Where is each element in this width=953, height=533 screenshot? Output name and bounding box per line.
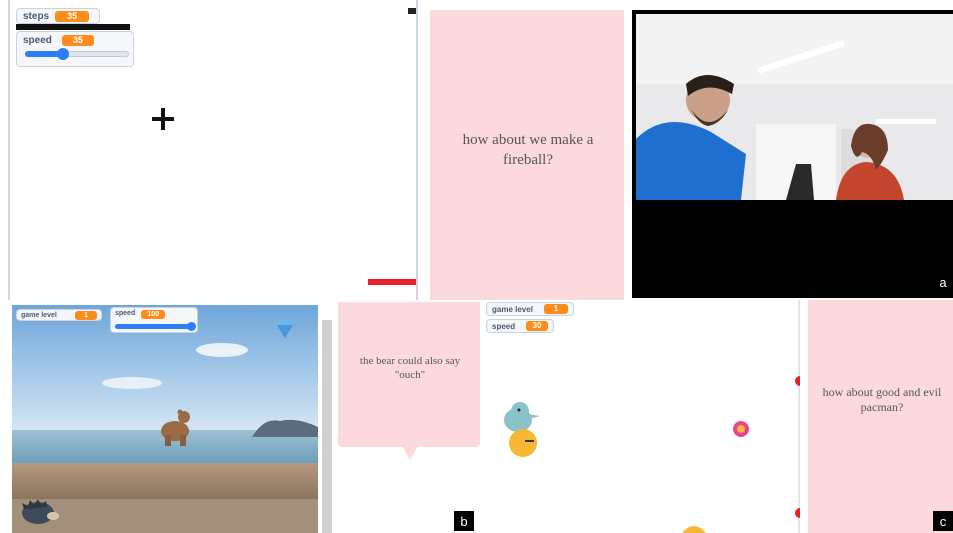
speed-slider-thumb-b[interactable] xyxy=(187,322,196,331)
speed-label-b: speed xyxy=(115,310,136,317)
hedgehog-sprite xyxy=(22,499,59,524)
red-dot-sprite-bottom xyxy=(795,508,800,518)
panel-b-stage: game level 1 speed 100 xyxy=(12,305,318,533)
steps-monitor: steps 35 xyxy=(16,8,100,24)
game-level-value-c: 1 xyxy=(544,304,568,314)
diamond-icon xyxy=(277,320,293,338)
speed-label-c: speed xyxy=(492,321,516,331)
pink-ball-sprite xyxy=(733,421,749,437)
bubble-tail xyxy=(402,446,418,460)
suggestion-text-a: how about we make a fireball? xyxy=(462,132,594,168)
crosshair-icon xyxy=(152,108,174,130)
panel-a-video: a xyxy=(632,10,953,298)
game-level-monitor-c: game level 1 xyxy=(486,302,574,316)
game-level-value: 1 xyxy=(75,310,97,320)
speed-monitor-b: speed 100 xyxy=(110,307,198,333)
speed-label: speed xyxy=(23,35,52,46)
red-dot-sprite-top xyxy=(795,376,800,386)
steps-value: 35 xyxy=(55,10,90,22)
panel-c-stage: game level 1 speed 30 xyxy=(482,300,800,533)
corner-mark xyxy=(408,8,416,14)
speed-slider-thumb[interactable] xyxy=(57,48,69,60)
bear-sprite xyxy=(161,409,190,446)
speed-value-b: 100 xyxy=(141,310,166,319)
speed-slider-fill-b[interactable] xyxy=(115,324,195,329)
suggestion-text-c: how about good and evil pacman? xyxy=(822,385,942,414)
steps-label: steps xyxy=(23,10,50,22)
yellow-sprite-bottom xyxy=(682,526,706,533)
game-level-monitor: game level 1 xyxy=(16,309,102,321)
panel-c-suggestion: how about good and evil pacman? c xyxy=(808,300,953,533)
speed-value-c: 30 xyxy=(526,321,548,331)
stage-border-c xyxy=(798,300,800,533)
panel-tag-b: b xyxy=(454,511,474,531)
speed-monitor: speed 35 xyxy=(16,31,134,67)
panel-tag-a: a xyxy=(933,272,953,292)
video-frame xyxy=(636,14,953,200)
red-bar-sprite xyxy=(368,279,416,285)
suggestion-text-b: the bear could also say "ouch" xyxy=(359,355,461,381)
stage-left-border xyxy=(8,0,10,300)
game-level-label: game level xyxy=(21,311,57,319)
panel-tag-c: c xyxy=(933,511,953,531)
panel-a-suggestion: how about we make a fireball? xyxy=(430,10,624,300)
pacman-sprite xyxy=(509,429,537,457)
stage-scrollbar[interactable] xyxy=(322,320,332,533)
panel-b-suggestion: the bear could also say "ouch" b xyxy=(338,302,480,533)
speed-value: 35 xyxy=(61,35,94,46)
game-level-label-c: game level xyxy=(492,304,533,314)
speed-monitor-c: speed 30 xyxy=(486,319,554,333)
panel-a-stage: steps 35 speed 35 xyxy=(0,0,418,300)
top-black-bar xyxy=(16,24,130,30)
stage-right-border xyxy=(416,0,418,300)
